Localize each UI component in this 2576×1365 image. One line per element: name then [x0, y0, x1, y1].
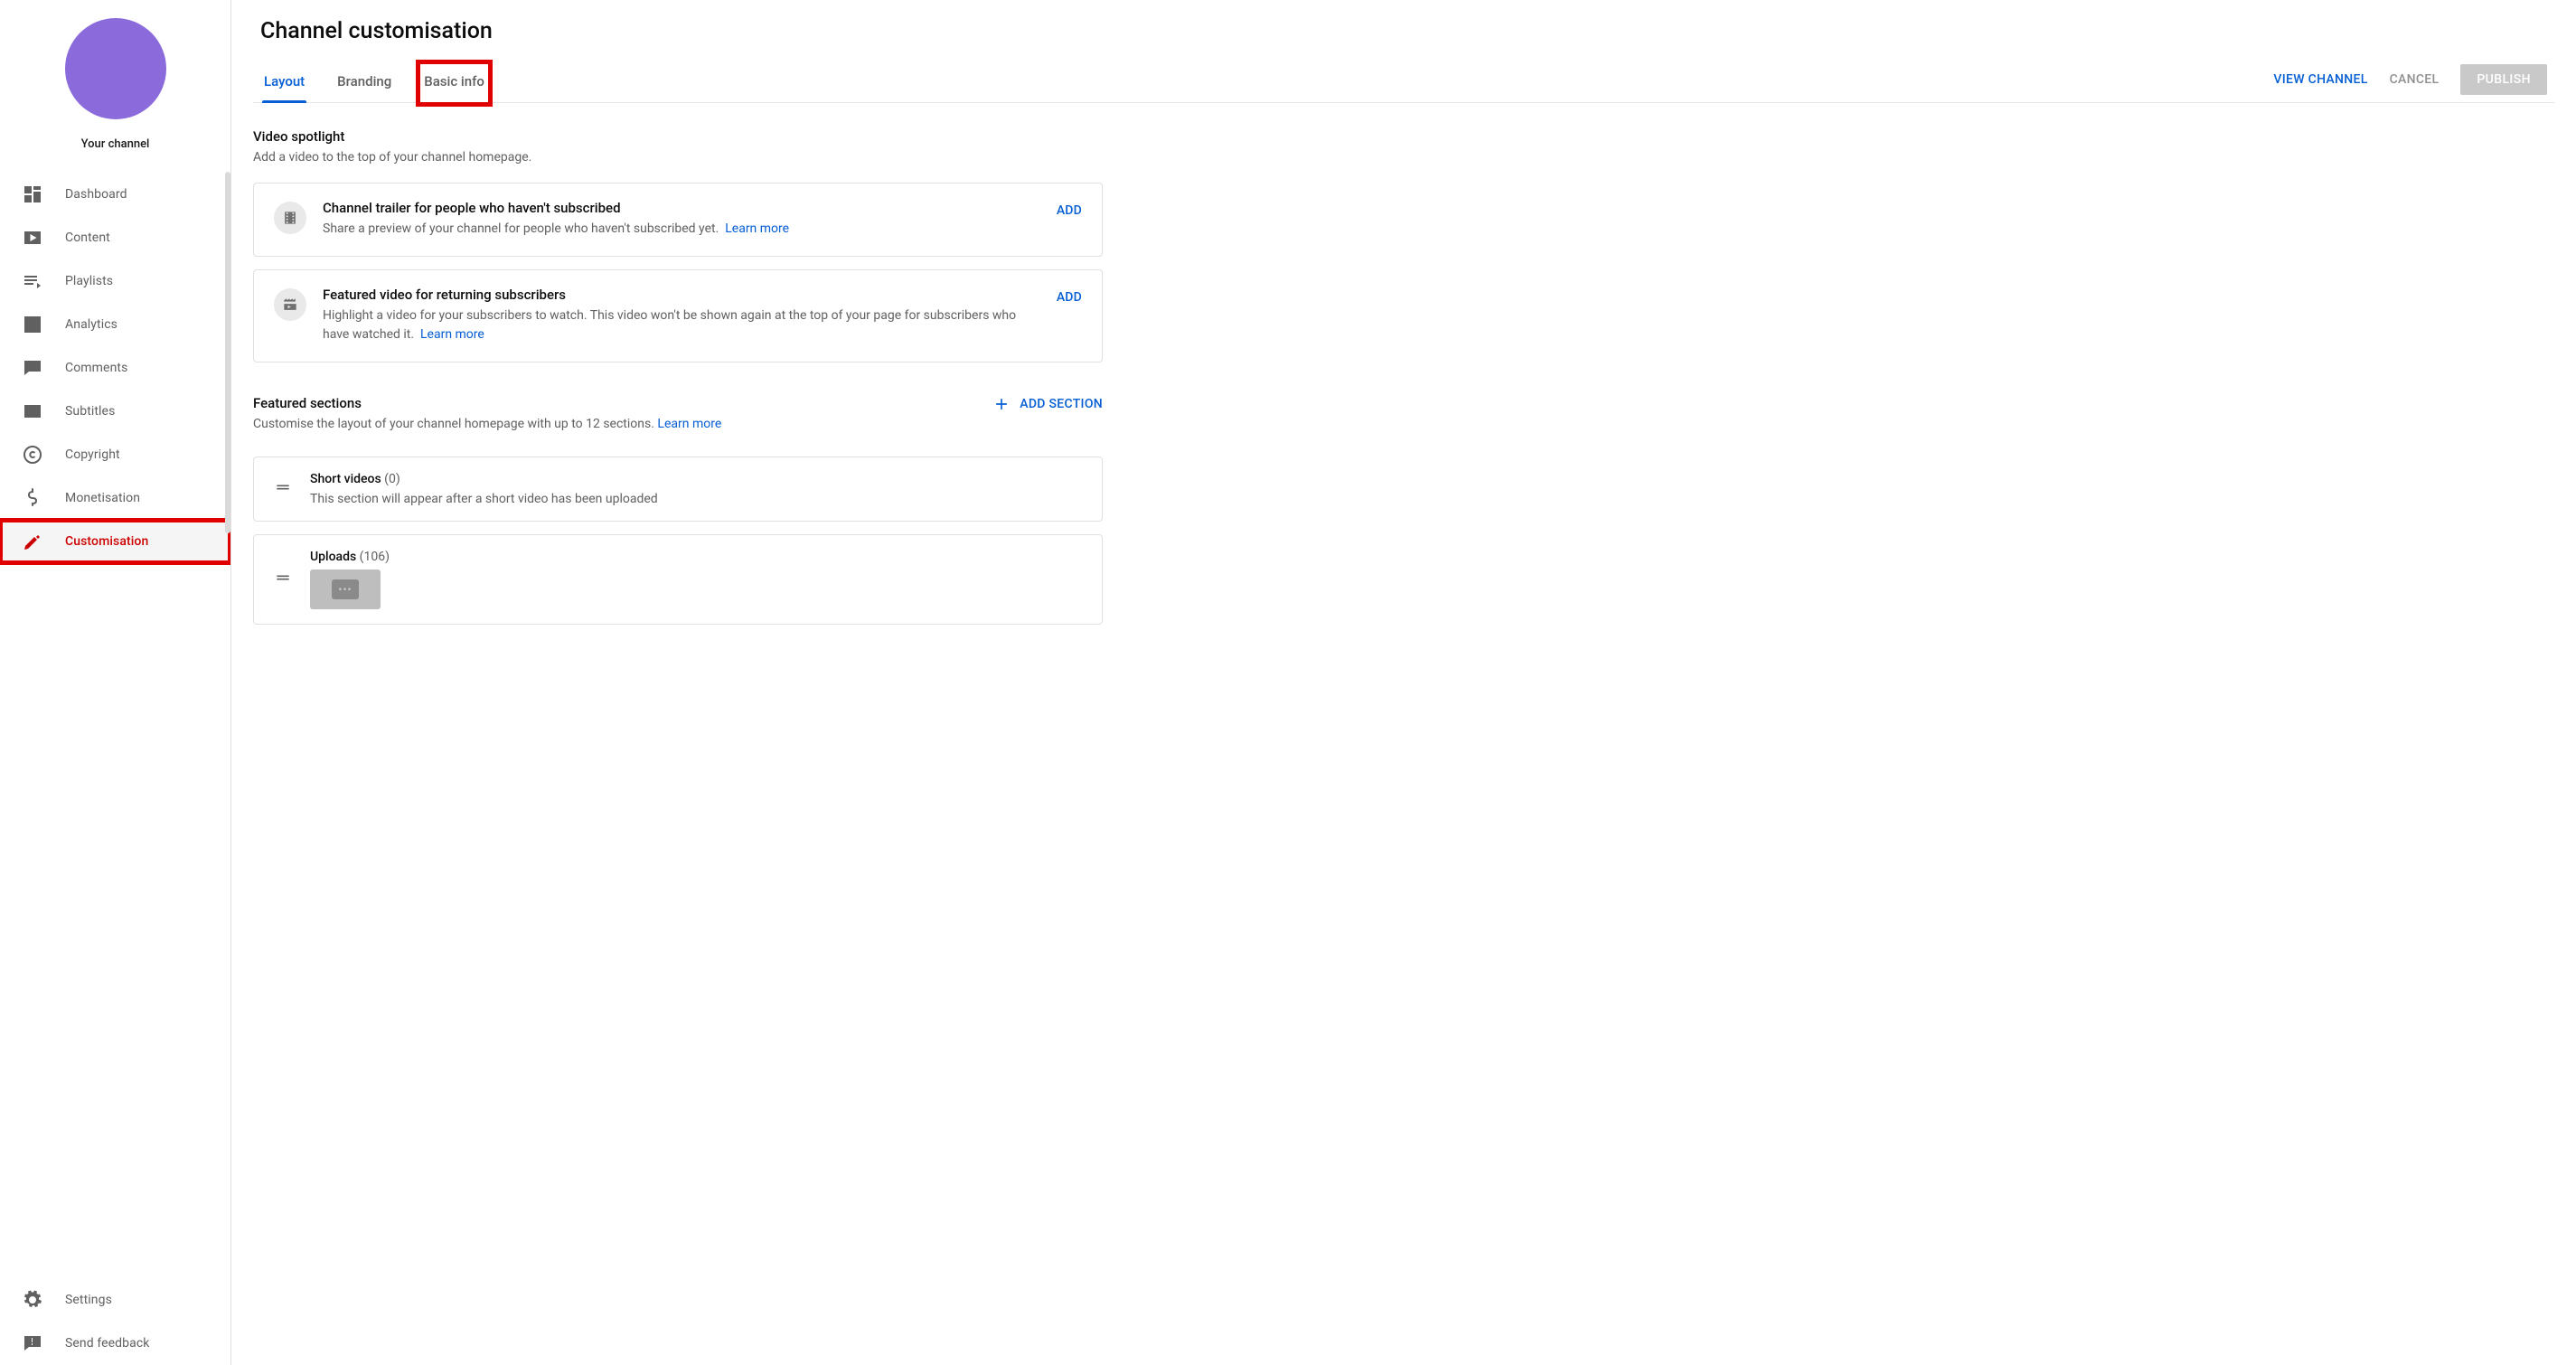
sidebar-item-analytics[interactable]: Analytics [0, 303, 230, 346]
row-title: Short videos (0) [310, 472, 1082, 486]
feedback-icon [22, 1332, 43, 1354]
dashboard-icon [22, 184, 43, 205]
sidebar-item-copyright[interactable]: Copyright [0, 433, 230, 476]
learn-more-link[interactable]: Learn more [657, 417, 721, 431]
tabs: Layout Branding Basic info [260, 64, 488, 102]
featured-title: Featured sections [253, 395, 721, 411]
featured-header: Featured sections Customise the layout o… [253, 395, 1103, 449]
channel-section: Your channel [0, 0, 230, 173]
avatar[interactable] [65, 18, 166, 119]
main-content: Channel customisation Layout Branding Ba… [231, 0, 2576, 1365]
content-icon [22, 227, 43, 249]
sidebar-item-comments[interactable]: Comments [0, 346, 230, 390]
sidebar-item-subtitles[interactable]: Subtitles [0, 390, 230, 433]
card-desc: Share a preview of your channel for peop… [323, 220, 1040, 240]
row-title: Uploads (106) [310, 550, 1082, 564]
add-section-button[interactable]: ADD SECTION [992, 395, 1103, 413]
clapper-icon [274, 288, 306, 321]
sidebar-item-dashboard[interactable]: Dashboard [0, 173, 230, 216]
sidebar-item-label: Dashboard [65, 187, 127, 202]
copyright-icon [22, 444, 43, 466]
film-icon [274, 202, 306, 234]
card-featured-video: Featured video for returning subscribers… [253, 269, 1103, 362]
card-title: Channel trailer for people who haven't s… [323, 200, 1040, 216]
drag-handle-icon[interactable] [274, 569, 292, 590]
channel-label: Your channel [14, 137, 216, 151]
monetisation-icon [22, 487, 43, 509]
sidebar-item-customisation[interactable]: Customisation [0, 520, 230, 563]
sidebar-item-label: Analytics [65, 317, 118, 332]
add-trailer-button[interactable]: ADD [1057, 200, 1082, 218]
playlists-icon [22, 270, 43, 292]
view-channel-button[interactable]: VIEW CHANNEL [2273, 72, 2367, 87]
sidebar-item-feedback[interactable]: Send feedback [0, 1322, 230, 1365]
row-desc: This section will appear after a short v… [310, 492, 1082, 506]
card-title: Featured video for returning subscribers [323, 287, 1040, 303]
sidebar-item-label: Send feedback [65, 1336, 149, 1351]
card-channel-trailer: Channel trailer for people who haven't s… [253, 183, 1103, 257]
learn-more-link[interactable]: Learn more [420, 327, 484, 342]
sidebar-item-label: Customisation [65, 534, 148, 549]
section-row-uploads: Uploads (106) ••• [253, 534, 1103, 625]
tab-branding[interactable]: Branding [334, 64, 395, 102]
sidebar-item-playlists[interactable]: Playlists [0, 259, 230, 303]
content-area: Video spotlight Add a video to the top o… [253, 128, 1103, 625]
add-featured-video-button[interactable]: ADD [1057, 287, 1082, 305]
publish-button: PUBLISH [2460, 64, 2547, 95]
sidebar-footer: Settings Send feedback [0, 1278, 230, 1365]
featured-desc: Customise the layout of your channel hom… [253, 417, 721, 431]
sidebar-item-label: Monetisation [65, 491, 140, 505]
cancel-button[interactable]: CANCEL [2390, 72, 2440, 87]
tab-layout[interactable]: Layout [260, 64, 308, 102]
drag-handle-icon[interactable] [274, 478, 292, 500]
topbar: Layout Branding Basic info VIEW CHANNEL … [253, 64, 2554, 103]
sidebar-item-label: Content [65, 231, 110, 245]
page-title: Channel customisation [260, 18, 2554, 44]
plus-icon [992, 395, 1011, 413]
spotlight-desc: Add a video to the top of your channel h… [253, 150, 1103, 165]
sidebar-item-label: Playlists [65, 274, 113, 288]
sidebar-item-content[interactable]: Content [0, 216, 230, 259]
sidebar-item-label: Settings [65, 1293, 112, 1307]
comments-icon [22, 357, 43, 379]
spotlight-title: Video spotlight [253, 128, 1103, 145]
scrollbar[interactable] [225, 172, 230, 533]
sidebar-item-monetisation[interactable]: Monetisation [0, 476, 230, 520]
sidebar-item-label: Subtitles [65, 404, 115, 419]
page-actions: VIEW CHANNEL CANCEL PUBLISH [2273, 64, 2554, 102]
settings-icon [22, 1289, 43, 1311]
sidebar: Your channel Dashboard Content Playlists… [0, 0, 231, 1365]
sidebar-item-label: Comments [65, 361, 127, 375]
learn-more-link[interactable]: Learn more [725, 221, 789, 236]
sidebar-item-settings[interactable]: Settings [0, 1278, 230, 1322]
customisation-icon [22, 531, 43, 552]
subtitles-icon [22, 400, 43, 422]
sidebar-item-label: Copyright [65, 447, 120, 462]
video-thumbnail[interactable]: ••• [310, 570, 381, 609]
card-desc: Highlight a video for your subscribers t… [323, 306, 1040, 345]
section-row-short-videos: Short videos (0) This section will appea… [253, 457, 1103, 522]
sidebar-nav: Dashboard Content Playlists Analytics Co… [0, 173, 230, 1278]
tab-basic-info[interactable]: Basic info [420, 64, 488, 102]
analytics-icon [22, 314, 43, 335]
